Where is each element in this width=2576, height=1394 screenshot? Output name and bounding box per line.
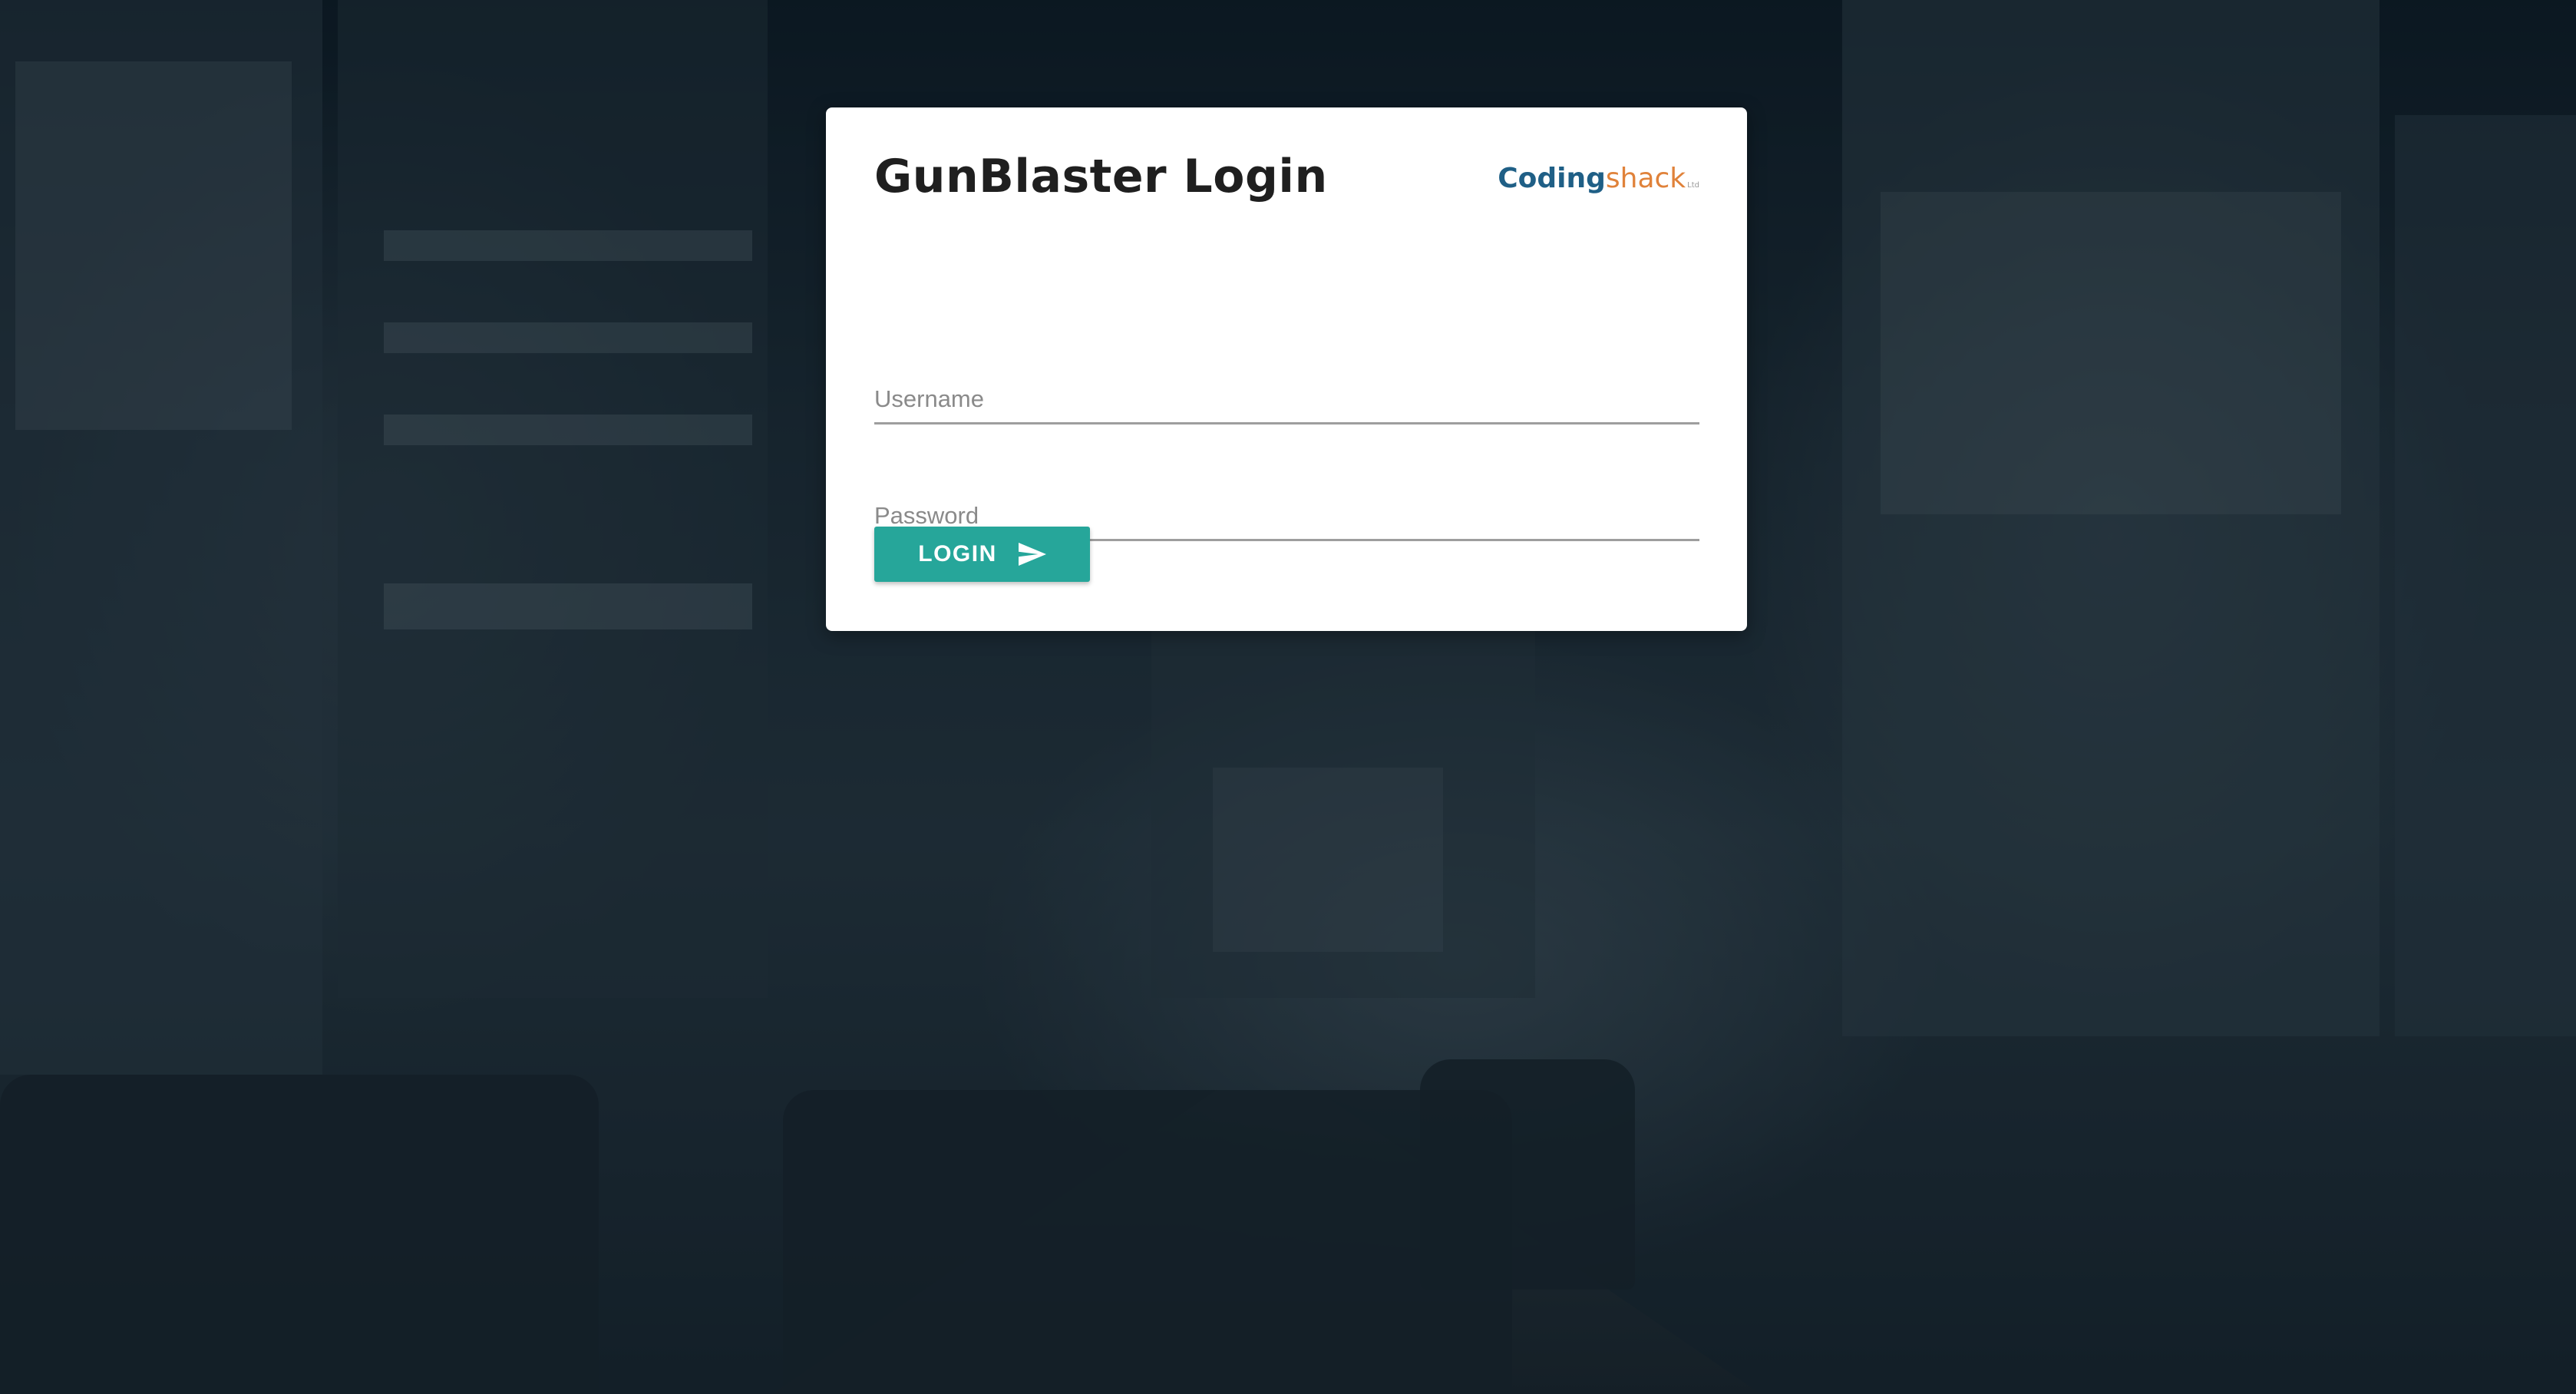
username-input[interactable]: [874, 385, 1699, 413]
brand-logo: Codingshack Ltd: [1498, 163, 1699, 194]
login-button-label: LOGIN: [918, 541, 997, 567]
brand-logo-suffix: Ltd: [1687, 181, 1699, 190]
brand-logo-part1: Coding: [1498, 163, 1606, 194]
username-field-wrapper: [874, 361, 1699, 424]
brand-logo-part2: shack: [1605, 163, 1686, 194]
login-card: GunBlaster Login CodingshackLtd LOGIN: [826, 107, 1747, 631]
send-icon: [1018, 543, 1046, 566]
password-input[interactable]: [874, 502, 1699, 530]
page-title: GunBlaster Login: [874, 150, 1328, 203]
login-button[interactable]: LOGIN: [874, 527, 1090, 582]
